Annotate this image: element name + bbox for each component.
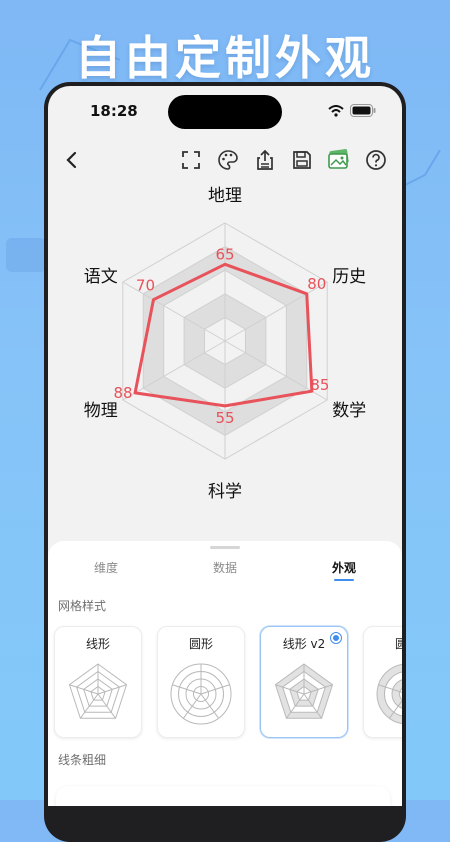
app-screen: 18:28 65 80 85 55 88 70 地理 历史 数学 科学 物理 语…: [48, 86, 402, 806]
image-button[interactable]: [327, 148, 351, 172]
radar-chart: 65 80 85 55 88 70 地理历史数学科学 物理 语文: [84, 186, 366, 502]
axis-label: 语文: [84, 267, 118, 287]
toolbar: [179, 148, 388, 172]
palette-button[interactable]: [216, 148, 240, 172]
axis-label: 地理: [208, 186, 242, 206]
promo-title: 自由定制外观: [75, 31, 375, 85]
axis-label: 数学: [332, 401, 366, 421]
grid-style-card-circle-v2[interactable]: 圆形: [363, 626, 402, 738]
wifi-icon: [328, 104, 344, 117]
axis-label: 历史: [332, 267, 366, 287]
line-width-slider[interactable]: [56, 786, 390, 806]
preview-spoke: [172, 684, 202, 695]
grid-style-title: 网格样式: [58, 599, 107, 613]
back-button[interactable]: [60, 148, 84, 172]
export-icon: [257, 149, 273, 170]
circle-filled-grid-preview: [376, 663, 402, 725]
save-button[interactable]: [290, 148, 314, 172]
preview-spoke: [200, 684, 230, 695]
back-icon: [66, 151, 77, 169]
line-width-title: 线条粗细: [58, 753, 107, 767]
axis-label: 物理: [84, 401, 118, 421]
help-icon: [366, 150, 386, 170]
axis-label: 科学: [208, 482, 242, 502]
pentagon-filled-grid-preview: [274, 663, 334, 719]
grid-style-label: 线形: [85, 637, 110, 651]
panel-tabs: 维度 数据 外观: [48, 559, 402, 589]
value-label: 70: [136, 277, 155, 295]
status-icons: [328, 104, 376, 117]
grid-style-list: 线形 圆形 线形 v2 圆形: [54, 626, 402, 740]
selected-radio: [330, 632, 342, 644]
grid-style-label: 圆形: [188, 637, 213, 651]
grid-style-card-circle[interactable]: 圆形: [157, 626, 245, 738]
fullscreen-button[interactable]: [179, 148, 203, 172]
grid-style-label: 圆形: [364, 635, 402, 652]
palette-icon: [218, 150, 238, 170]
value-label: 80: [307, 275, 326, 293]
grid-style-card-line-v2[interactable]: 线形 v2: [260, 626, 348, 738]
battery-icon: [350, 104, 376, 117]
status-time: 18:28: [90, 102, 138, 120]
active-tab-indicator: [334, 579, 354, 581]
help-button[interactable]: [364, 148, 388, 172]
export-button[interactable]: [253, 148, 277, 172]
dynamic-island: [168, 95, 282, 129]
tab-dimensions[interactable]: 维度: [94, 559, 118, 576]
value-label: 88: [114, 384, 133, 402]
value-label: 65: [215, 245, 234, 263]
pentagon-grid-preview: [68, 663, 128, 719]
grid-style-card-line[interactable]: 线形: [54, 626, 142, 738]
value-label: 85: [310, 376, 329, 394]
circle-grid-preview: [170, 663, 232, 725]
settings-panel: 维度 数据 外观 网格样式 线形 圆形 线形 v2 圆形: [48, 541, 402, 806]
fullscreen-icon: [182, 151, 200, 169]
image-icon: [328, 149, 349, 169]
tab-data[interactable]: 数据: [213, 559, 237, 576]
save-icon: [293, 151, 311, 169]
drag-handle[interactable]: [210, 546, 240, 549]
tab-appearance[interactable]: 外观: [332, 559, 356, 576]
value-label: 55: [215, 409, 234, 427]
